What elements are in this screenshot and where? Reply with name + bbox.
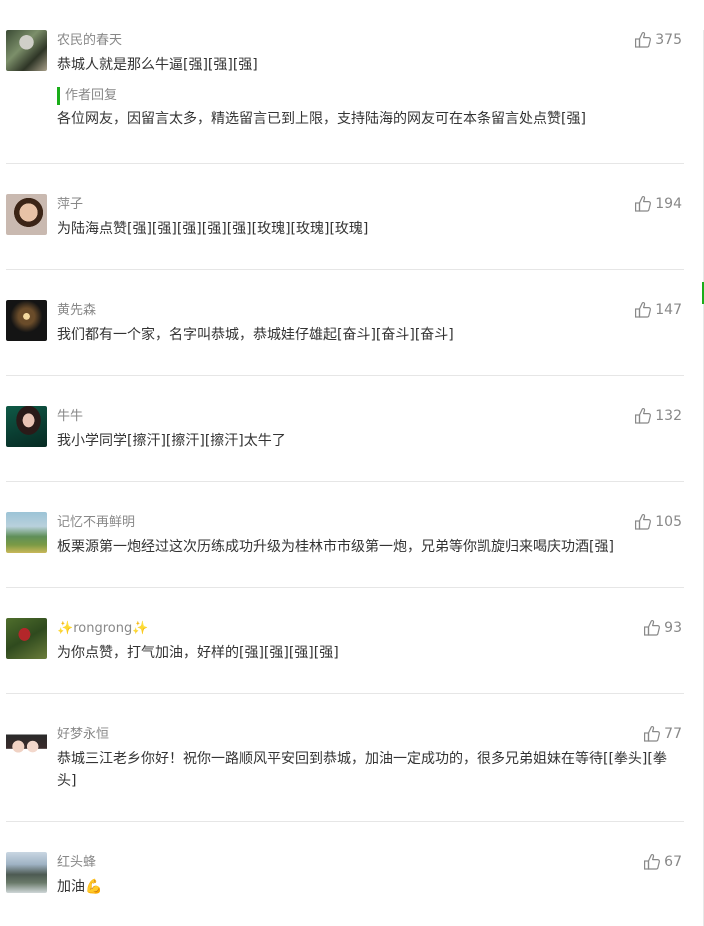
nickname[interactable]: ✨rongrong✨ [57,620,148,638]
nickname-text: rongrong [73,621,133,636]
comment-text: 为你点赞，打气加油，好样的[强][强][强][强] [57,645,339,661]
divider [6,375,684,376]
comment-text: 板栗源第一炮经过这次历练成功升级为桂林市市级第一炮，兄弟等你凯旋归来喝庆功酒[强… [57,539,614,555]
avatar[interactable] [6,852,47,893]
thumbs-up-icon [634,407,652,425]
comment-text: 恭城人就是那么牛逼[强][强][强] [57,57,258,73]
nickname[interactable]: 萍子 [57,196,83,214]
like-button[interactable]: 194 [634,194,682,214]
like-count: 77 [664,726,682,742]
like-button[interactable]: 375 [634,30,682,50]
thumbs-up-icon [634,195,652,213]
nickname[interactable]: 记忆不再鲜明 [57,514,135,532]
like-button[interactable]: 147 [634,300,682,320]
comment-text: 我小学同学[擦汗][擦汗][擦汗]太牛了 [57,433,286,449]
like-count: 132 [655,408,682,424]
comment-item: 红头蜂 67 加油💪 [6,852,684,902]
avatar[interactable] [6,300,47,341]
author-reply-label: 作者回复 [57,87,117,105]
like-count: 93 [664,620,682,636]
comment-item: 黄先森 147 我们都有一个家，名字叫恭城，恭城娃仔雄起[奋斗][奋斗][奋斗] [6,300,684,350]
avatar[interactable] [6,194,47,235]
sparkle-icon: ✨ [57,621,74,636]
sparkle-icon: ✨ [132,621,149,636]
like-count: 67 [664,854,682,870]
thumbs-up-icon [634,513,652,531]
like-button[interactable]: 77 [643,724,682,744]
like-count: 105 [655,514,682,530]
divider [6,587,684,588]
flexed-biceps-icon: 💪 [85,879,103,895]
nickname[interactable]: 好梦永恒 [57,726,109,744]
comment-item: 萍子 194 为陆海点赞[强][强][强][强][强][玫瑰][玫瑰][玫瑰] [6,194,684,244]
like-count: 147 [655,302,682,318]
thumbs-up-icon [643,619,661,637]
nickname[interactable]: 农民的春天 [57,32,122,50]
avatar[interactable] [6,512,47,553]
like-count: 375 [655,32,682,48]
nickname[interactable]: 牛牛 [57,408,83,426]
comment-item: 农民的春天 375 恭城人就是那么牛逼[强][强][强] 作者回复 各位网友，因… [6,30,684,140]
like-button[interactable]: 105 [634,512,682,532]
avatar[interactable] [6,30,47,71]
like-count: 194 [655,196,682,212]
comment-item: 牛牛 132 我小学同学[擦汗][擦汗][擦汗]太牛了 [6,406,684,456]
comment-text: 恭城三江老乡你好！祝你一路顺风平安回到恭城，加油一定成功的，很多兄弟姐妹在等待[… [57,751,667,789]
thumbs-up-icon [634,31,652,49]
divider [6,821,684,822]
thumbs-up-icon [643,725,661,743]
avatar[interactable] [6,724,47,765]
comment-text: 为陆海点赞[强][强][强][强][强][玫瑰][玫瑰][玫瑰] [57,221,369,237]
thumbs-up-icon [643,853,661,871]
divider [6,163,684,164]
like-button[interactable]: 67 [643,852,682,872]
like-button[interactable]: 132 [634,406,682,426]
divider [6,481,684,482]
comment-item: 好梦永恒 77 恭城三江老乡你好！祝你一路顺风平安回到恭城，加油一定成功的，很多… [6,724,684,796]
divider [6,693,684,694]
nickname[interactable]: 黄先森 [57,302,96,320]
comment-item: ✨rongrong✨ 93 为你点赞，打气加油，好样的[强][强][强][强] [6,618,684,668]
comment-text: 加油💪 [57,876,669,898]
thumbs-up-icon [634,301,652,319]
divider [6,269,684,270]
comment-text-content: 加油 [57,879,85,895]
comment-text: 我们都有一个家，名字叫恭城，恭城娃仔雄起[奋斗][奋斗][奋斗] [57,327,454,343]
avatar[interactable] [6,618,47,659]
author-reply-text: 各位网友，因留言太多，精选留言已到上限，支持陆海的网友可在本条留言处点赞[强] [57,111,586,127]
like-button[interactable]: 93 [643,618,682,638]
nickname[interactable]: 红头蜂 [57,854,96,872]
avatar[interactable] [6,406,47,447]
comment-item: 记忆不再鲜明 105 板栗源第一炮经过这次历练成功升级为桂林市市级第一炮，兄弟等… [6,512,684,562]
